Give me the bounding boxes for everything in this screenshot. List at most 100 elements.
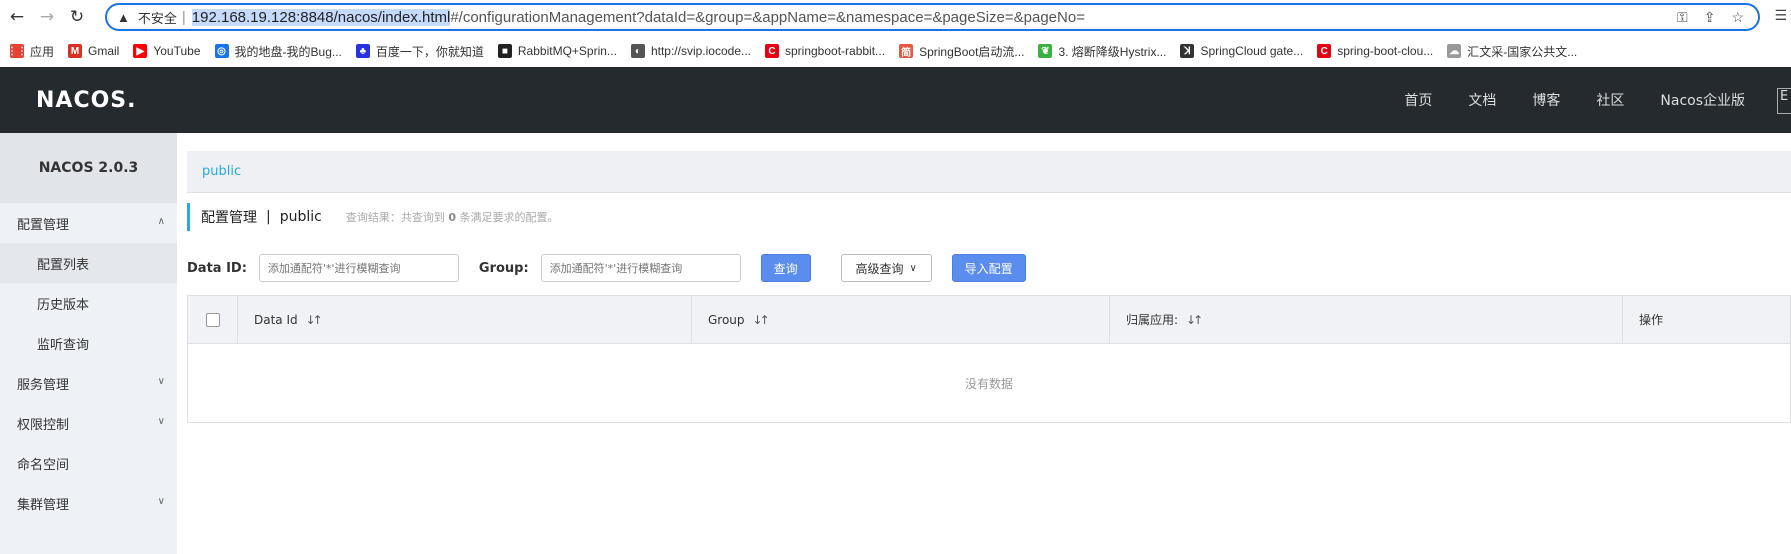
bookmark-item[interactable]: ♣ 百度一下，你就知道	[355, 43, 484, 60]
column-header-actions: 操作	[1623, 296, 1791, 343]
column-label: 归属应用:	[1126, 313, 1179, 327]
bookmark-label: YouTube	[153, 44, 201, 58]
bookmark-item[interactable]: ▶ YouTube	[133, 44, 201, 58]
chevron-down-icon: ∨	[157, 376, 165, 387]
config-table: Data Id ↓↑ Group ↓↑ 归属应用: ↓↑ 操作 没有数据	[187, 295, 1791, 423]
empty-table-message: 没有数据	[964, 376, 1013, 391]
nav-blog[interactable]: 博客	[1532, 90, 1560, 110]
sidebar-item[interactable]: 命名空间	[0, 443, 177, 483]
sidebar-item[interactable]: 配置管理 ∧	[0, 203, 177, 243]
bookmark-label: 汇文采-国家公共文...	[1467, 44, 1578, 59]
bookmark-item[interactable]: ☁ 汇文采-国家公共文...	[1447, 43, 1577, 60]
browser-menu-icon[interactable]: ☰	[1774, 8, 1787, 24]
csdn-icon: C	[1317, 44, 1332, 58]
page-title-namespace: public	[279, 209, 322, 225]
column-header-dataid[interactable]: Data Id ↓↑	[238, 296, 692, 343]
browser-toolbar: ← → ↻ ▲ 不安全 | 192.168.19.128:8848/nacos/…	[0, 0, 1791, 34]
advanced-query-label: 高级查询	[855, 261, 904, 276]
address-bar[interactable]: ▲ 不安全 | 192.168.19.128:8848/nacos/index.…	[105, 3, 1760, 31]
bookmark-item[interactable]: Cspringboot-rabbit...	[765, 44, 885, 58]
sidebar-item[interactable]: 监听查询	[0, 323, 177, 363]
address-separator: |	[181, 8, 186, 26]
sidebar-item[interactable]: 服务管理 ∨	[0, 363, 177, 403]
chevron-up-icon: ∧	[157, 216, 165, 227]
chevron-down-icon: ∨	[909, 262, 917, 274]
query-result-hint: 查询结果：共查询到 0 条满足要求的配置。	[346, 209, 559, 225]
sidebar: NACOS 2.0.3 配置管理 ∧ 配置列表 历史版本 监听查询 服务管理 ∨ 权限控制 ∨ 命…	[0, 133, 177, 554]
nav-enterprise[interactable]: Nacos企业版	[1660, 90, 1745, 110]
namespace-bar: public	[187, 151, 1791, 193]
url-path[interactable]: #/configurationManagement?dataId=&group=…	[450, 9, 1085, 26]
column-label: 操作	[1639, 313, 1664, 327]
sidebar-item-label: 命名空间	[17, 457, 70, 473]
column-header-app[interactable]: 归属应用: ↓↑	[1110, 296, 1623, 343]
insecure-label[interactable]: 不安全	[138, 8, 177, 27]
sort-icon[interactable]: ↓↑	[1186, 313, 1203, 327]
sidebar-item-label: 权限控制	[17, 417, 70, 433]
bookmark-item[interactable]: ꓘ SpringCloud gate...	[1180, 44, 1303, 58]
bookmark-label: 百度一下，你就知道	[375, 44, 484, 59]
baidu-icon: ♣	[355, 44, 370, 58]
forward-arrow-icon[interactable]: →	[34, 4, 60, 30]
bookmark-label: spring-boot-clou...	[1337, 44, 1434, 58]
rabbitmq-icon: ■	[497, 44, 512, 58]
group-input[interactable]	[540, 254, 741, 282]
page-title-text: 配置管理	[201, 210, 257, 226]
sidebar-item[interactable]: 集群管理 ∨	[0, 483, 177, 523]
bookmark-item[interactable]: ■ RabbitMQ+Sprin...	[497, 44, 617, 58]
bookmark-label: springboot-rabbit...	[785, 44, 886, 58]
chevron-down-icon: ∨	[157, 496, 165, 507]
sort-icon[interactable]: ↓↑	[753, 313, 770, 327]
bookmark-item[interactable]: ◐ http://svip.iocode...	[630, 44, 751, 58]
bookmark-label: 我的地盘-我的Bug...	[234, 44, 342, 59]
title-separator: |	[266, 209, 271, 225]
sort-icon[interactable]: ↓↑	[306, 313, 323, 327]
star-icon[interactable]: ☆	[1731, 9, 1744, 26]
nav-community[interactable]: 社区	[1596, 90, 1624, 110]
gate-icon: ꓘ	[1180, 44, 1195, 58]
column-label: Data Id	[254, 312, 298, 327]
key-icon[interactable]: ⚿	[1677, 9, 1688, 26]
sidebar-item[interactable]: 权限控制 ∨	[0, 403, 177, 443]
sidebar-version-title: NACOS 2.0.3	[0, 133, 177, 203]
nav-docs[interactable]: 文档	[1468, 90, 1496, 110]
app-header: NACOS. 首页 文档 博客 社区 Nacos企业版 E	[0, 67, 1791, 133]
namespace-tab-public[interactable]: public	[202, 164, 241, 179]
column-header-group[interactable]: Group ↓↑	[692, 296, 1110, 343]
query-button[interactable]: 查询	[760, 254, 811, 282]
sidebar-item-label: 配置列表	[37, 257, 90, 273]
hint-suffix: 条满足要求的配置。	[459, 211, 559, 224]
nav-home[interactable]: 首页	[1404, 90, 1432, 110]
gmail-icon: M	[68, 44, 83, 58]
bookmark-item[interactable]: ⋮⋮ 应用	[7, 43, 54, 60]
sidebar-item[interactable]: 配置列表	[0, 243, 177, 283]
dataid-input[interactable]	[258, 254, 459, 282]
dataid-label: Data ID:	[187, 260, 247, 276]
cloud-icon: ☁	[1447, 44, 1462, 58]
sidebar-item[interactable]: 历史版本	[0, 283, 177, 323]
sidebar-item-label: 服务管理	[17, 377, 70, 393]
share-icon[interactable]: ⇪	[1704, 9, 1716, 26]
sidebar-item-label: 集群管理	[17, 497, 70, 513]
bookmark-item[interactable]: ❦ 3. 熔断降级Hystrix...	[1038, 43, 1166, 60]
table-header: Data Id ↓↑ Group ↓↑ 归属应用: ↓↑ 操作	[188, 296, 1790, 344]
page-title: 配置管理 | public 查询结果：共查询到 0 条满足要求的配置。	[187, 203, 559, 231]
import-config-button[interactable]: 导入配置	[951, 254, 1026, 282]
bookmark-item[interactable]: M Gmail	[68, 44, 119, 58]
bookmark-label: RabbitMQ+Sprin...	[517, 44, 617, 58]
nacos-logo[interactable]: NACOS.	[36, 88, 137, 113]
youtube-icon: ▶	[133, 44, 148, 58]
bookmark-item[interactable]: Cspring-boot-clou...	[1317, 44, 1433, 58]
bookmark-label: SpringCloud gate...	[1200, 44, 1304, 58]
bookmark-item[interactable]: 简 SpringBoot启动流...	[899, 43, 1024, 60]
url-host[interactable]: 192.168.19.128:8848/nacos/index.html	[191, 8, 451, 26]
bookmark-item[interactable]: ◎ 我的地盘-我的Bug...	[214, 43, 342, 60]
reload-icon[interactable]: ↻	[64, 4, 90, 30]
select-all-checkbox[interactable]	[205, 312, 220, 327]
hint-count: 0	[448, 211, 456, 224]
advanced-query-button[interactable]: 高级查询 ∨	[840, 254, 932, 282]
language-switch-button[interactable]: E	[1777, 88, 1791, 114]
sidebar-item-label: 历史版本	[37, 297, 90, 313]
back-arrow-icon[interactable]: ←	[4, 4, 30, 30]
warning-triangle-icon[interactable]: ▲	[117, 10, 130, 25]
